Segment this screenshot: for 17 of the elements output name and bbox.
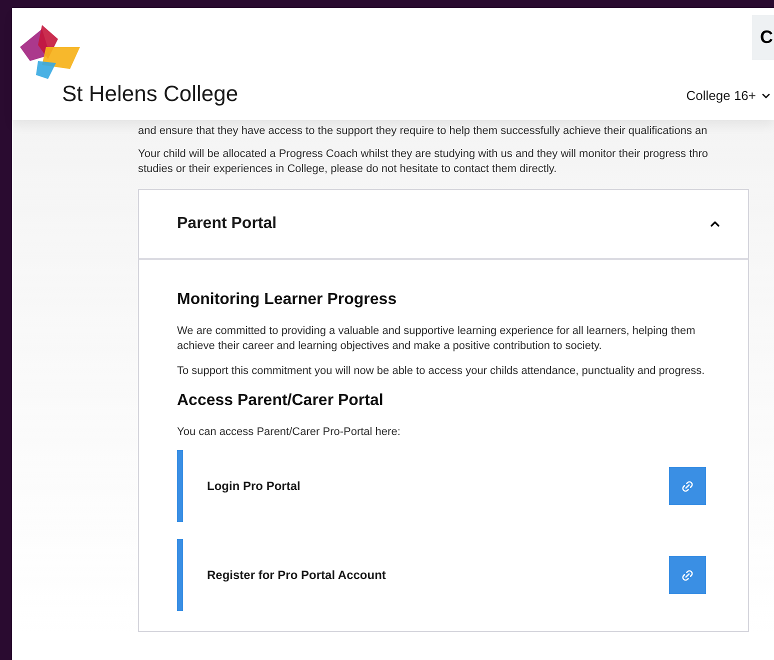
- accordion-header[interactable]: Parent Portal: [139, 190, 748, 260]
- portal-link[interactable]: Login Pro Portal: [207, 477, 300, 495]
- nav-dropdown[interactable]: College 16+: [686, 86, 774, 106]
- body-text: We are committed to providing a valuable and supportive learning experience for all learners, helping them achieve their career and learning objectives and make a positive contribution to society.: [177, 324, 696, 354]
- section-heading: Access Parent/Carer Portal: [177, 391, 384, 411]
- intro-text: studies or their experiences in College, please do not hesitate to contact them directly.: [138, 162, 558, 177]
- logo-icon: [20, 25, 82, 79]
- link-button[interactable]: [669, 556, 706, 594]
- logo-text: St Helens College: [62, 80, 238, 108]
- link-button[interactable]: [669, 467, 706, 505]
- body-text: You can access Parent/Carer Pro-Portal here:: [177, 425, 402, 440]
- section-heading: Monitoring Learner Progress: [177, 290, 398, 310]
- body-text: To support this commitment you will now be able to access your childs attendance, punctuality and progress.: [177, 364, 706, 379]
- intro-text: and ensure that they have access to the support they require to help them successfully achieve their qualifications an: [138, 124, 708, 139]
- intro-text: Your child will be allocated a Progress Coach whilst they are studying with us and they will monitor their progress thro: [138, 147, 710, 162]
- portal-link[interactable]: Register for Pro Portal Account: [207, 566, 386, 584]
- header-button[interactable]: C: [752, 15, 774, 60]
